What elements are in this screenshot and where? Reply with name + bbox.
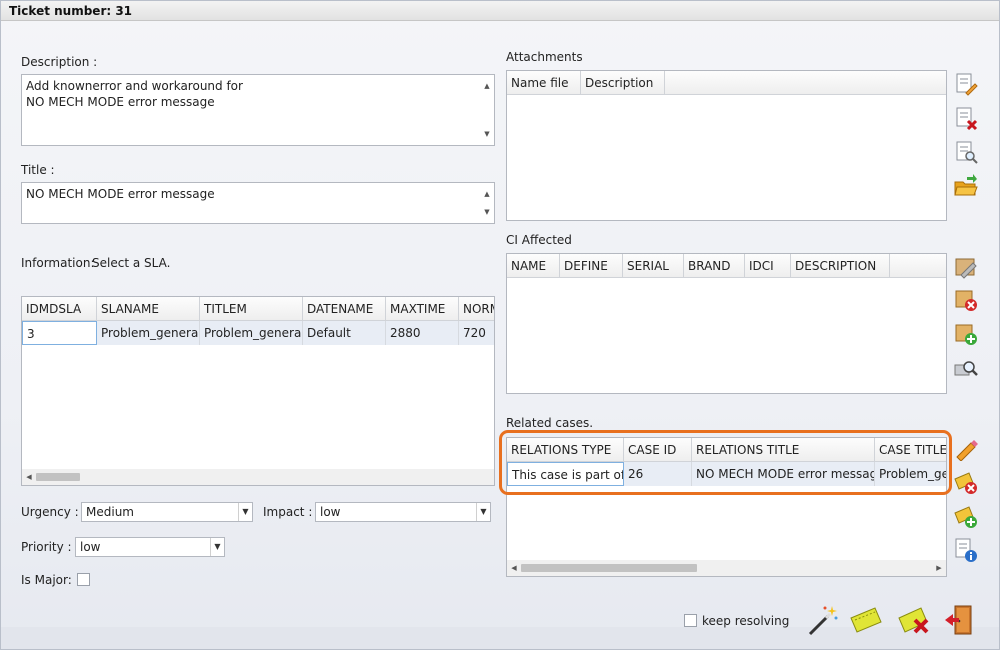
search-document-icon[interactable] [953, 139, 979, 165]
sla-grid-header: IDMDSLA SLANAME TITLEM DATENAME MAXTIME … [22, 297, 494, 321]
exit-door-icon[interactable] [943, 604, 975, 636]
table-cell[interactable]: Problem_general [200, 321, 303, 345]
remove-ci-icon[interactable] [953, 287, 979, 313]
highlight-box [499, 430, 952, 495]
chevron-down-icon[interactable]: ▼ [210, 538, 224, 556]
edit-document-icon[interactable] [953, 71, 979, 97]
impact-select[interactable]: low ▼ [315, 502, 491, 522]
column-header[interactable]: NORM [459, 297, 494, 320]
urgency-label: Urgency : [21, 505, 79, 519]
description-scrollbar[interactable]: ▲ ▼ [480, 75, 494, 145]
open-folder-icon[interactable] [953, 173, 979, 199]
remove-ticket-icon[interactable] [953, 469, 979, 495]
description-label: Description : [21, 55, 98, 69]
table-row[interactable]: 3 Problem_general Problem_general Defaul… [22, 321, 494, 345]
table-cell[interactable]: Problem_general [97, 321, 200, 345]
information-label: Information: [21, 256, 95, 270]
impact-label: Impact : [263, 505, 313, 519]
urgency-value: Medium [86, 505, 134, 519]
column-header[interactable]: Description [581, 71, 665, 94]
delete-document-icon[interactable] [953, 105, 979, 131]
title-field[interactable]: NO MECH MODE error message ▲ ▼ [21, 182, 495, 224]
ticket-window: Ticket number: 31 Description : Add know… [0, 0, 1000, 650]
column-header[interactable]: BRAND [684, 254, 745, 277]
table-cell[interactable]: 3 [22, 321, 97, 345]
table-cell[interactable]: Default [303, 321, 386, 345]
related-cases-label: Related cases. [506, 416, 594, 430]
scroll-thumb[interactable] [521, 564, 697, 572]
edit-relation-icon[interactable] [953, 435, 979, 461]
description-field[interactable]: Add knownerror and workaround for NO MEC… [21, 74, 495, 146]
sla-grid[interactable]: IDMDSLA SLANAME TITLEM DATENAME MAXTIME … [21, 296, 495, 486]
add-ci-icon[interactable] [953, 321, 979, 347]
search-ci-icon[interactable] [953, 355, 979, 381]
scroll-up-icon[interactable]: ▲ [484, 186, 489, 202]
sla-grid-hscrollbar[interactable]: ◀ [22, 469, 494, 485]
ci-affected-label: CI Affected [506, 233, 572, 247]
column-header[interactable]: DEFINE [560, 254, 623, 277]
scroll-up-icon[interactable]: ▲ [484, 78, 489, 94]
ticket-info-icon[interactable] [953, 537, 979, 563]
column-header[interactable]: SERIAL [623, 254, 684, 277]
ci-affected-grid-header: NAME DEFINE SERIAL BRAND IDCI DESCRIPTIO… [507, 254, 946, 278]
priority-value: low [80, 540, 101, 554]
column-header[interactable]: IDMDSLA [22, 297, 97, 320]
information-hint: Select a SLA. [92, 256, 171, 270]
column-header[interactable]: SLANAME [97, 297, 200, 320]
scroll-right-icon[interactable]: ▶ [932, 564, 946, 572]
column-header[interactable]: DATENAME [303, 297, 386, 320]
column-header[interactable]: TITLEM [200, 297, 303, 320]
magic-wand-icon[interactable] [806, 604, 838, 636]
chevron-down-icon[interactable]: ▼ [476, 503, 490, 521]
scroll-down-icon[interactable]: ▼ [484, 126, 489, 142]
title-label: Title : [21, 163, 55, 177]
is-major-checkbox[interactable] [77, 573, 90, 586]
column-header[interactable]: IDCI [745, 254, 791, 277]
title-text: NO MECH MODE error message [26, 187, 215, 201]
column-header[interactable]: NAME [507, 254, 560, 277]
close-ticket-icon[interactable] [897, 604, 933, 636]
title-scrollbar[interactable]: ▲ ▼ [480, 183, 494, 223]
scroll-thumb[interactable] [36, 473, 80, 481]
attachments-grid[interactable]: Name file Description [506, 70, 947, 221]
scroll-down-icon[interactable]: ▼ [484, 204, 489, 220]
column-header[interactable]: Name file [507, 71, 581, 94]
chevron-down-icon[interactable]: ▼ [238, 503, 252, 521]
window-title: Ticket number: 31 [1, 1, 999, 21]
table-cell[interactable]: 2880 [386, 321, 459, 345]
add-ticket-icon[interactable] [953, 503, 979, 529]
attachments-grid-header: Name file Description [507, 71, 946, 95]
description-text: Add knownerror and workaround for NO MEC… [26, 79, 243, 109]
priority-select[interactable]: low ▼ [75, 537, 225, 557]
edit-ci-icon[interactable] [953, 253, 979, 279]
keep-resolving-label: keep resolving [702, 614, 790, 628]
ci-affected-grid[interactable]: NAME DEFINE SERIAL BRAND IDCI DESCRIPTIO… [506, 253, 947, 394]
column-header[interactable]: DESCRIPTION [791, 254, 890, 277]
urgency-select[interactable]: Medium ▼ [81, 502, 253, 522]
scroll-left-icon[interactable]: ◀ [507, 564, 521, 572]
ticket-icon[interactable] [849, 604, 885, 636]
keep-resolving-checkbox[interactable] [684, 614, 697, 627]
column-header[interactable]: MAXTIME [386, 297, 459, 320]
attachments-label: Attachments [506, 50, 583, 64]
is-major-label: Is Major: [21, 573, 72, 587]
related-cases-hscrollbar[interactable]: ◀ ▶ [507, 560, 946, 576]
scroll-left-icon[interactable]: ◀ [22, 473, 36, 481]
impact-value: low [320, 505, 341, 519]
priority-label: Priority : [21, 540, 72, 554]
table-cell[interactable]: 720 [459, 321, 494, 345]
